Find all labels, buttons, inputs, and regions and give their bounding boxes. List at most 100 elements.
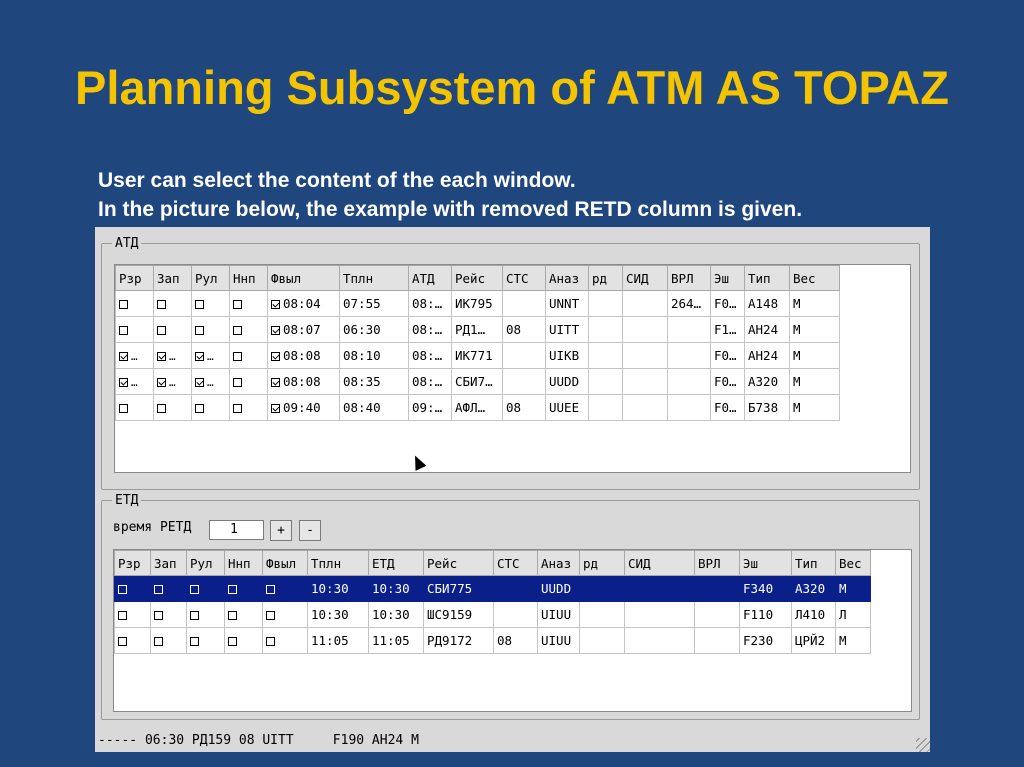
atd-zap-cell[interactable]: …	[153, 368, 192, 395]
atd-column-header[interactable]: Ннп	[229, 265, 268, 291]
atd-nnp-cell[interactable]	[229, 394, 268, 421]
atd-rzr-cell[interactable]	[115, 290, 154, 317]
checkbox[interactable]	[154, 585, 163, 594]
etd-column-header[interactable]: Зап	[150, 550, 187, 576]
etd-checkbox-cell[interactable]	[262, 601, 308, 628]
atd-column-header[interactable]: Рейс	[451, 265, 503, 291]
checkbox[interactable]	[157, 326, 166, 335]
etd-checkbox-cell[interactable]	[150, 575, 187, 602]
atd-column-header[interactable]: АТД	[408, 265, 452, 291]
atd-zap-cell[interactable]: …	[153, 342, 192, 369]
atd-column-header[interactable]: Рул	[191, 265, 230, 291]
checkbox[interactable]	[266, 585, 275, 594]
checkbox[interactable]	[271, 300, 280, 309]
checkbox[interactable]	[266, 637, 275, 646]
checkbox[interactable]	[228, 611, 237, 620]
etd-table-row[interactable]: 10:30 10:30 ШС9159 UIUU F110 Л410 Л	[114, 601, 871, 628]
etd-column-header[interactable]: ЕТД	[368, 550, 424, 576]
checkbox[interactable]	[157, 378, 166, 387]
atd-rzr-cell[interactable]: …	[115, 368, 154, 395]
atd-column-header[interactable]: Аназ	[545, 265, 589, 291]
etd-checkbox-cell[interactable]	[224, 601, 263, 628]
etd-column-header[interactable]: СТС	[493, 550, 538, 576]
atd-nnp-cell[interactable]	[229, 316, 268, 343]
atd-rzr-cell[interactable]: …	[115, 342, 154, 369]
etd-checkbox-cell[interactable]	[186, 627, 225, 654]
etd-column-header[interactable]: Рзр	[114, 550, 151, 576]
checkbox[interactable]	[271, 378, 280, 387]
checkbox[interactable]	[271, 352, 280, 361]
atd-rul-cell[interactable]: …	[191, 368, 230, 395]
etd-checkbox-cell[interactable]	[114, 601, 151, 628]
atd-rul-cell[interactable]	[191, 290, 230, 317]
etd-column-header[interactable]: рд	[579, 550, 625, 576]
etd-checkbox-cell[interactable]	[150, 627, 187, 654]
checkbox[interactable]	[118, 637, 127, 646]
checkbox[interactable]	[118, 585, 127, 594]
checkbox[interactable]	[119, 300, 128, 309]
checkbox[interactable]	[119, 326, 128, 335]
atd-zap-cell[interactable]	[153, 290, 192, 317]
checkbox[interactable]	[228, 637, 237, 646]
atd-rzr-cell[interactable]	[115, 394, 154, 421]
atd-nnp-cell[interactable]	[229, 368, 268, 395]
etd-checkbox-cell[interactable]	[224, 627, 263, 654]
etd-column-header[interactable]: Тплн	[307, 550, 369, 576]
etd-table-row[interactable]: 10:30 10:30 СБИ775 UUDD F340 A320 М	[114, 575, 871, 602]
checkbox[interactable]	[190, 585, 199, 594]
atd-column-header[interactable]: Эш	[710, 265, 745, 291]
checkbox[interactable]	[118, 611, 127, 620]
retd-plus-button[interactable]: +	[270, 520, 292, 541]
checkbox[interactable]	[157, 404, 166, 413]
etd-column-header[interactable]: Рейс	[423, 550, 494, 576]
checkbox[interactable]	[157, 352, 166, 361]
atd-column-header[interactable]: Зап	[153, 265, 192, 291]
atd-rzr-cell[interactable]	[115, 316, 154, 343]
checkbox[interactable]	[195, 404, 204, 413]
atd-column-header[interactable]: Вес	[789, 265, 840, 291]
etd-column-header[interactable]: Эш	[739, 550, 792, 576]
checkbox[interactable]	[195, 378, 204, 387]
checkbox[interactable]	[228, 585, 237, 594]
etd-table-row[interactable]: 11:05 11:05 РД9172 08 UIUU F230 ЦРЙ2 М	[114, 627, 871, 654]
etd-checkbox-cell[interactable]	[150, 601, 187, 628]
atd-column-header[interactable]: Рзр	[115, 265, 154, 291]
etd-checkbox-cell[interactable]	[224, 575, 263, 602]
checkbox[interactable]	[195, 352, 204, 361]
etd-column-header[interactable]: Ннп	[224, 550, 263, 576]
checkbox[interactable]	[190, 637, 199, 646]
atd-zap-cell[interactable]	[153, 394, 192, 421]
atd-table-row[interactable]: … … … 08:08 08:35 08:… СБИ7… UUDD F0… A320 М	[115, 368, 840, 395]
checkbox[interactable]	[154, 637, 163, 646]
atd-nnp-cell[interactable]	[229, 290, 268, 317]
checkbox[interactable]	[190, 611, 199, 620]
etd-column-header[interactable]: ВРЛ	[694, 550, 740, 576]
checkbox[interactable]	[119, 352, 128, 361]
etd-column-header[interactable]: Аназ	[537, 550, 580, 576]
checkbox[interactable]	[233, 326, 242, 335]
atd-nnp-cell[interactable]	[229, 342, 268, 369]
checkbox[interactable]	[154, 611, 163, 620]
etd-column-header[interactable]: СИД	[624, 550, 695, 576]
checkbox[interactable]	[233, 300, 242, 309]
atd-column-header[interactable]: Фвыл	[267, 265, 340, 291]
etd-checkbox-cell[interactable]	[186, 601, 225, 628]
atd-column-header[interactable]: Тип	[744, 265, 790, 291]
atd-column-header[interactable]: рд	[588, 265, 623, 291]
etd-checkbox-cell[interactable]	[114, 575, 151, 602]
etd-checkbox-cell[interactable]	[262, 575, 308, 602]
etd-column-header[interactable]: Вес	[835, 550, 871, 576]
checkbox[interactable]	[119, 404, 128, 413]
etd-checkbox-cell[interactable]	[186, 575, 225, 602]
checkbox[interactable]	[233, 352, 242, 361]
atd-column-header[interactable]: Тплн	[339, 265, 409, 291]
checkbox[interactable]	[266, 611, 275, 620]
checkbox[interactable]	[233, 378, 242, 387]
atd-column-header[interactable]: ВРЛ	[667, 265, 711, 291]
retd-minus-button[interactable]: -	[299, 520, 321, 541]
etd-table[interactable]: Рзр Зап Рул Ннп Фвыл Тплн ЕТД Рейс СТС Аназ рд СИД В…	[113, 549, 912, 712]
atd-rul-cell[interactable]	[191, 316, 230, 343]
retd-input[interactable]: 1	[209, 520, 264, 540]
atd-table-row[interactable]: 09:40 08:40 09:… АФЛ… 08 UUEE F0… Б738 М	[115, 394, 840, 421]
checkbox[interactable]	[271, 326, 280, 335]
